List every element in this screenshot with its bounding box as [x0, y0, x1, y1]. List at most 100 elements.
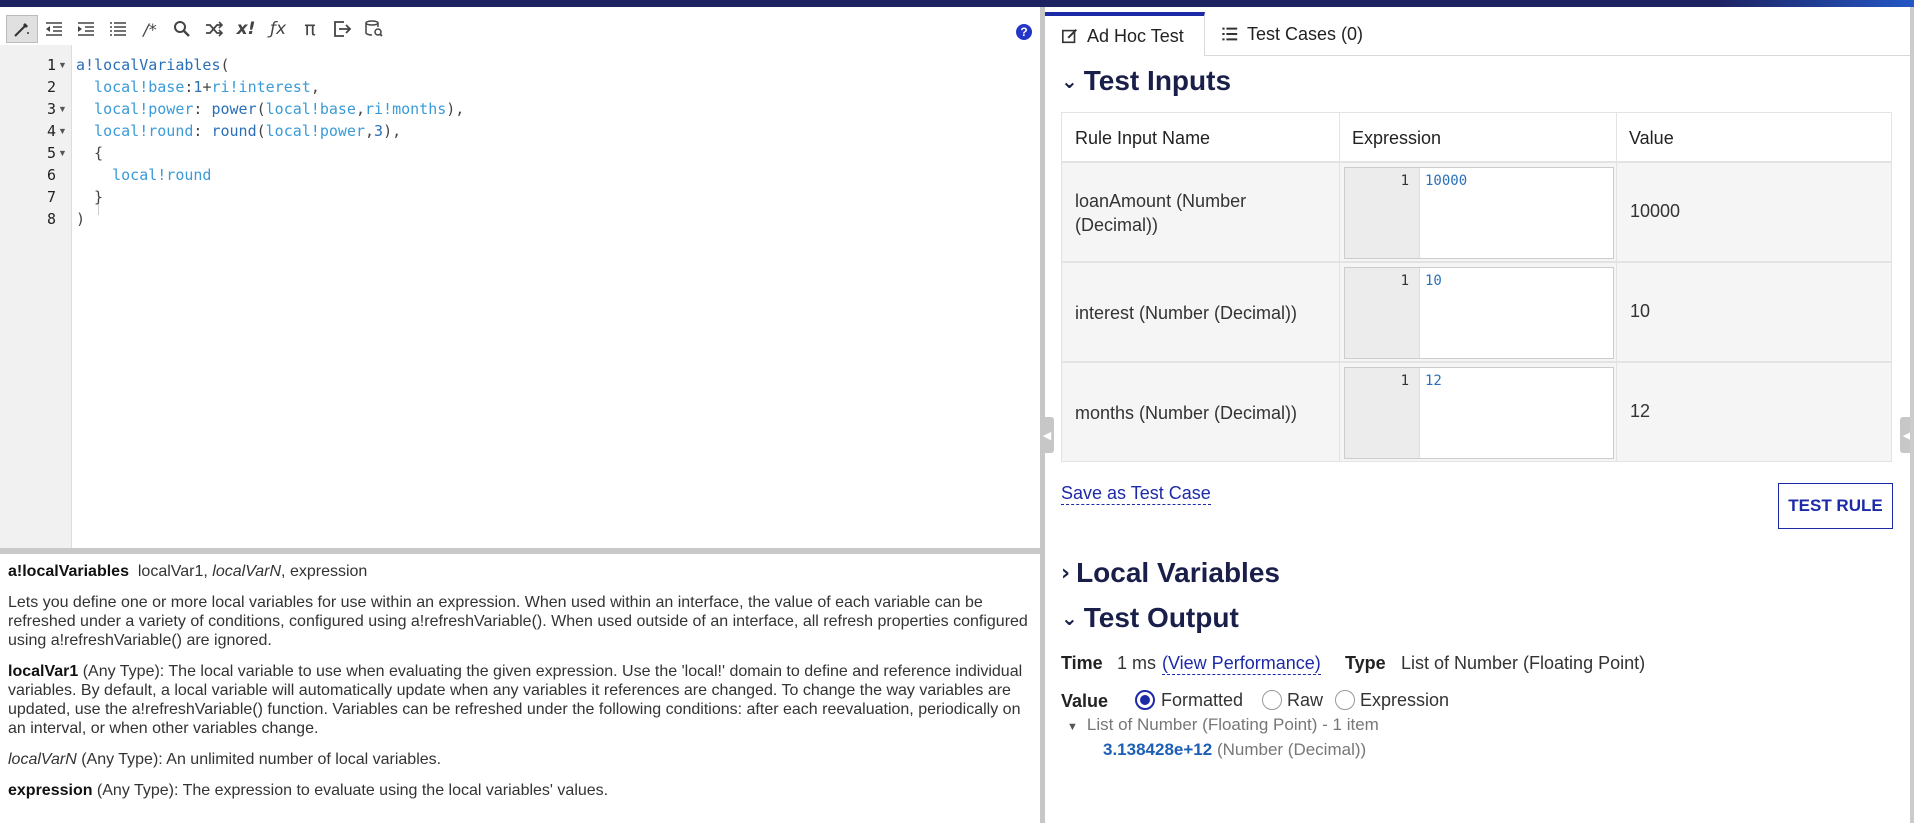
- line-number: 6: [46, 166, 56, 184]
- radio-expression[interactable]: [1335, 690, 1355, 710]
- code-token: :: [193, 100, 212, 118]
- fold-arrow-icon[interactable]: ▼: [58, 120, 67, 142]
- left-top-accent-bar: [0, 0, 1043, 7]
- right-scrollbar[interactable]: [1910, 7, 1914, 823]
- signature-arg: localVar1,: [137, 563, 208, 580]
- code-token: local!round: [76, 166, 212, 184]
- fold-arrow-icon[interactable]: ▼: [58, 54, 67, 76]
- code-line: local!power: power(local!base,ri!months)…: [76, 98, 464, 120]
- view-performance-link[interactable]: (View Performance): [1162, 653, 1321, 675]
- code-token: local!power: [265, 122, 365, 140]
- expression-code: 10: [1425, 273, 1442, 289]
- code-token: a!localVariables: [76, 56, 221, 74]
- param-doc: localVar1 (Any Type): The local variable…: [8, 662, 1032, 738]
- type-value: List of Number (Floating Point): [1401, 653, 1646, 673]
- code-line: }: [76, 186, 103, 208]
- database-search-icon[interactable]: [358, 15, 390, 43]
- code-token: ),: [446, 100, 465, 118]
- function-icon[interactable]: ƒx: [262, 15, 294, 43]
- code-token: ,: [365, 122, 375, 140]
- help-icon[interactable]: ?: [1016, 24, 1032, 40]
- code-token: local!base: [265, 100, 356, 118]
- code-token: 3: [374, 122, 384, 140]
- indent-icon[interactable]: [70, 15, 102, 43]
- line-number: 2: [46, 78, 56, 96]
- column-header: Value: [1629, 128, 1674, 148]
- code-line: {: [76, 142, 103, 164]
- fold-arrow-icon[interactable]: ▼: [58, 98, 67, 120]
- radio-label[interactable]: Expression: [1360, 690, 1449, 710]
- fold-arrow-icon[interactable]: ▼: [58, 142, 67, 164]
- function-description: Lets you define one or more local variab…: [8, 594, 1028, 649]
- radio-raw[interactable]: [1262, 690, 1282, 710]
- rule-input-name: months (Number (Decimal)): [1075, 403, 1298, 423]
- expression-code: 10000: [1425, 173, 1468, 189]
- code-line: a!localVariables(: [76, 54, 230, 76]
- tab-label: Ad Hoc Test: [1087, 25, 1184, 46]
- radio-label[interactable]: Raw: [1287, 690, 1323, 710]
- signature-arg: localVarN: [212, 563, 282, 580]
- result-list-header[interactable]: ▼ List of Number (Floating Point) - 1 ite…: [1067, 715, 1379, 735]
- param-doc: localVarN (Any Type): An unlimited numbe…: [8, 750, 1032, 769]
- comment-icon[interactable]: /*: [134, 15, 166, 43]
- local-variables-header[interactable]: › Local Variables: [1061, 557, 1280, 589]
- code-token: ,: [310, 78, 320, 96]
- radio-formatted[interactable]: [1135, 690, 1155, 710]
- pi-icon[interactable]: π: [294, 15, 326, 43]
- tab-label: Test Cases (0): [1247, 23, 1364, 44]
- code-token: (: [256, 100, 266, 118]
- export-icon[interactable]: [326, 15, 358, 43]
- code-token: }: [76, 188, 104, 206]
- type-label: Type: [1345, 653, 1386, 673]
- line-number: 4: [46, 122, 56, 140]
- column-header: Expression: [1352, 128, 1442, 148]
- inputs-table-header: Rule Input Name Expression Value: [1061, 112, 1892, 162]
- code-editor[interactable]: 1 2 3 4 5 6 7 8 ▼ ▼ ▼ ▼ a!localVariables…: [0, 45, 1040, 548]
- outdent-icon[interactable]: [38, 15, 70, 43]
- tab-ad-hoc-test[interactable]: Ad Hoc Test: [1045, 12, 1205, 56]
- test-output-header[interactable]: ⌄ Test Output: [1061, 602, 1239, 634]
- code-token: local!round: [76, 122, 194, 140]
- tab-test-cases[interactable]: Test Cases (0): [1205, 12, 1379, 56]
- save-as-test-case-link[interactable]: Save as Test Case: [1061, 483, 1211, 505]
- param-name: localVarN: [8, 751, 77, 768]
- line-number: 1: [1345, 268, 1420, 358]
- param-name: localVar1: [8, 663, 79, 680]
- list-icon[interactable]: [102, 15, 134, 43]
- input-value: 12: [1630, 401, 1651, 421]
- expression-input[interactable]: 1 10000: [1344, 167, 1614, 259]
- section-title: Local Variables: [1076, 557, 1280, 588]
- input-value: 10000: [1630, 201, 1681, 221]
- result-type: (Number (Decimal)): [1216, 740, 1367, 759]
- expression-input[interactable]: 1 10: [1344, 267, 1614, 359]
- param-name: expression: [8, 782, 93, 799]
- factorial-icon[interactable]: x!: [230, 15, 262, 43]
- result-item: 3.138428e+12 (Number (Decimal)): [1103, 740, 1366, 760]
- section-title: Test Inputs: [1083, 65, 1232, 96]
- result-value: 3.138428e+12: [1103, 740, 1213, 759]
- search-icon[interactable]: [166, 15, 198, 43]
- value-label: Value: [1061, 691, 1109, 711]
- line-number: 5: [46, 144, 56, 162]
- list-icon: [1222, 27, 1238, 41]
- test-rule-button[interactable]: TEST RULE: [1778, 483, 1893, 529]
- chevron-down-icon: ⌄: [1061, 606, 1078, 630]
- chevron-down-icon: ⌄: [1061, 69, 1078, 93]
- signature-arg: , expression: [281, 563, 368, 580]
- param-desc: (Any Type): The expression to evaluate u…: [92, 782, 609, 799]
- rule-input-name: interest (Number (Decimal)): [1075, 303, 1298, 323]
- format-wand-icon[interactable]: [6, 15, 38, 43]
- test-panel: Ad Hoc Test Test Cases (0) ⌄ Test Inputs…: [1045, 7, 1914, 823]
- shuffle-icon[interactable]: [198, 15, 230, 43]
- line-number: 1: [1345, 168, 1420, 258]
- line-number: 1: [1345, 368, 1420, 458]
- function-signature: a!localVariables localVar1, localVarN, e…: [8, 562, 1032, 581]
- test-inputs-header[interactable]: ⌄ Test Inputs: [1061, 65, 1231, 97]
- table-row: loanAmount (Number (Decimal)) 1 10000 10…: [1061, 162, 1892, 262]
- expression-input[interactable]: 1 12: [1344, 367, 1614, 459]
- expression-editor-pane: /* x! ƒx π ? 1 2 3 4 5 6 7 8 ▼ ▼ ▼ ▼ a!l…: [0, 7, 1040, 823]
- signature-function-name: a!localVariables: [8, 563, 129, 580]
- time-label: Time: [1061, 653, 1103, 673]
- radio-label[interactable]: Formatted: [1161, 690, 1243, 710]
- line-number: 3: [46, 100, 56, 118]
